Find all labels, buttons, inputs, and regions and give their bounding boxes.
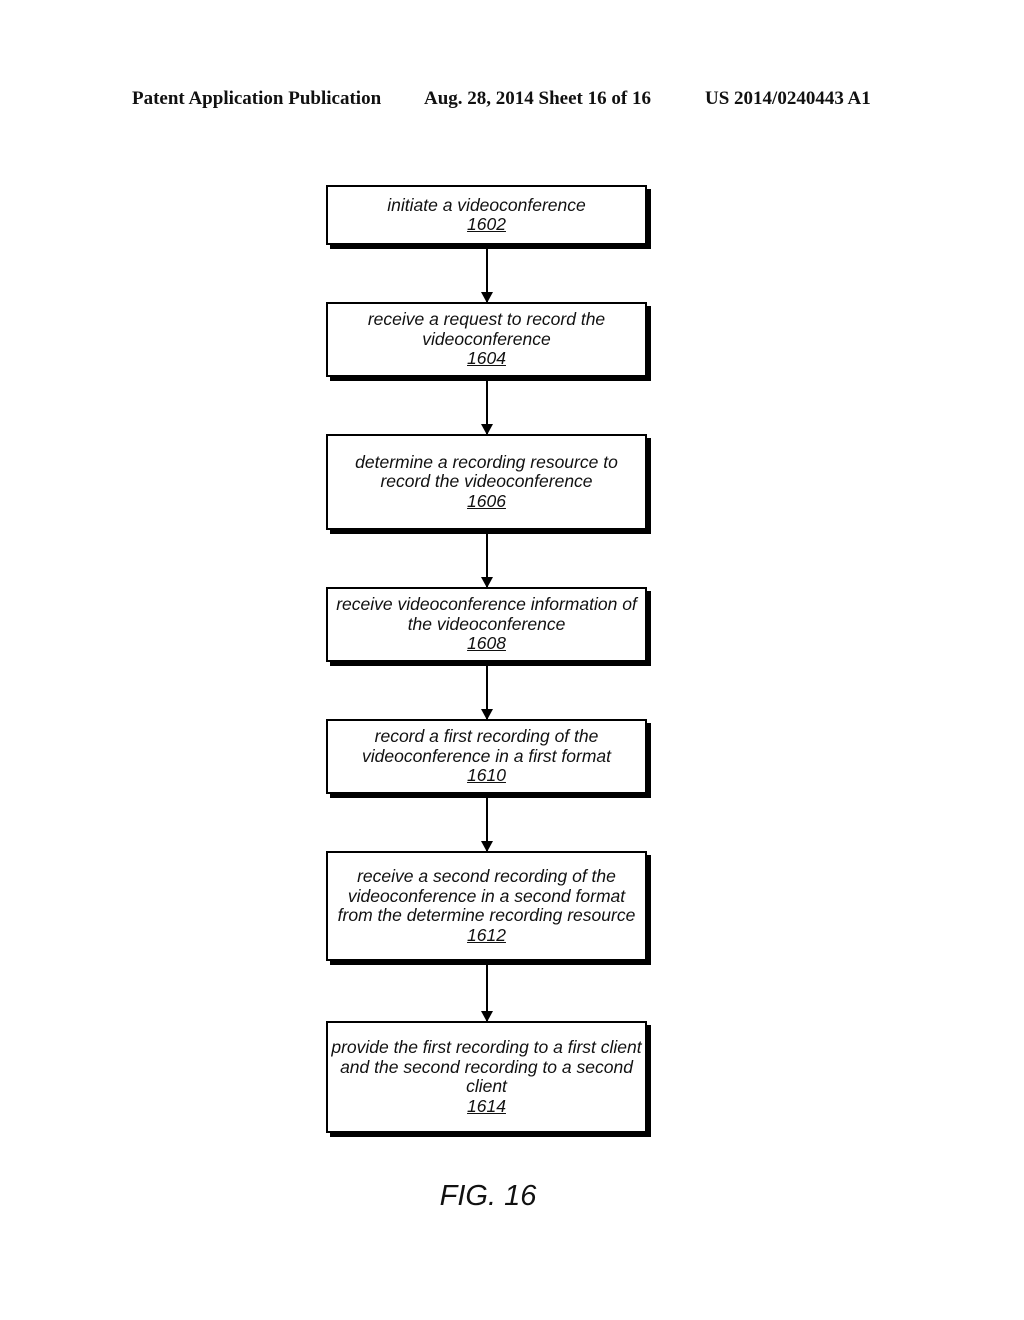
step-label: initiate a videoconference <box>387 194 586 215</box>
step-label: determine a recording resource to record… <box>355 451 618 492</box>
step-ref: 1612 <box>467 924 506 945</box>
step-ref: 1604 <box>467 348 506 369</box>
step-1612: receive a second recording of the videoc… <box>326 851 647 961</box>
step-1606: determine a recording resource to record… <box>326 434 647 530</box>
step-label: receive videoconference information of t… <box>336 594 637 634</box>
figure-label: FIG. 16 <box>439 1180 537 1212</box>
arrow-1602-1604 <box>481 247 493 303</box>
patent-header: Patent Application Publication Aug. 28, … <box>0 88 1024 114</box>
step-label: receive a second recording of the videoc… <box>337 866 636 925</box>
arrow-1610-1612 <box>481 796 493 852</box>
arrow-1608-1610 <box>481 664 493 720</box>
step-ref: 1614 <box>467 1095 506 1116</box>
arrow-1604-1606 <box>481 379 493 435</box>
publication-date-sheet: Aug. 28, 2014 Sheet 16 of 16 <box>424 88 651 109</box>
step-label: provide the first recording to a first c… <box>331 1037 642 1096</box>
arrow-1606-1608 <box>481 532 493 588</box>
step-1604: receive a request to record the videocon… <box>326 302 647 377</box>
step-1614: provide the first recording to a first c… <box>326 1021 647 1133</box>
step-ref: 1608 <box>467 633 506 654</box>
step-1610: record a first recording of the videocon… <box>326 719 647 794</box>
step-ref: 1602 <box>467 214 506 234</box>
step-1602: initiate a videoconference 1602 <box>326 185 647 245</box>
step-1608: receive videoconference information of t… <box>326 587 647 662</box>
arrow-1612-1614 <box>481 963 493 1022</box>
step-ref: 1606 <box>467 490 506 511</box>
step-label: receive a request to record the videocon… <box>367 309 606 349</box>
publication-type: Patent Application Publication <box>132 88 382 109</box>
step-ref: 1610 <box>467 765 506 786</box>
step-label: record a first recording of the videocon… <box>361 726 611 766</box>
publication-number: US 2014/0240443 A1 <box>705 88 871 109</box>
